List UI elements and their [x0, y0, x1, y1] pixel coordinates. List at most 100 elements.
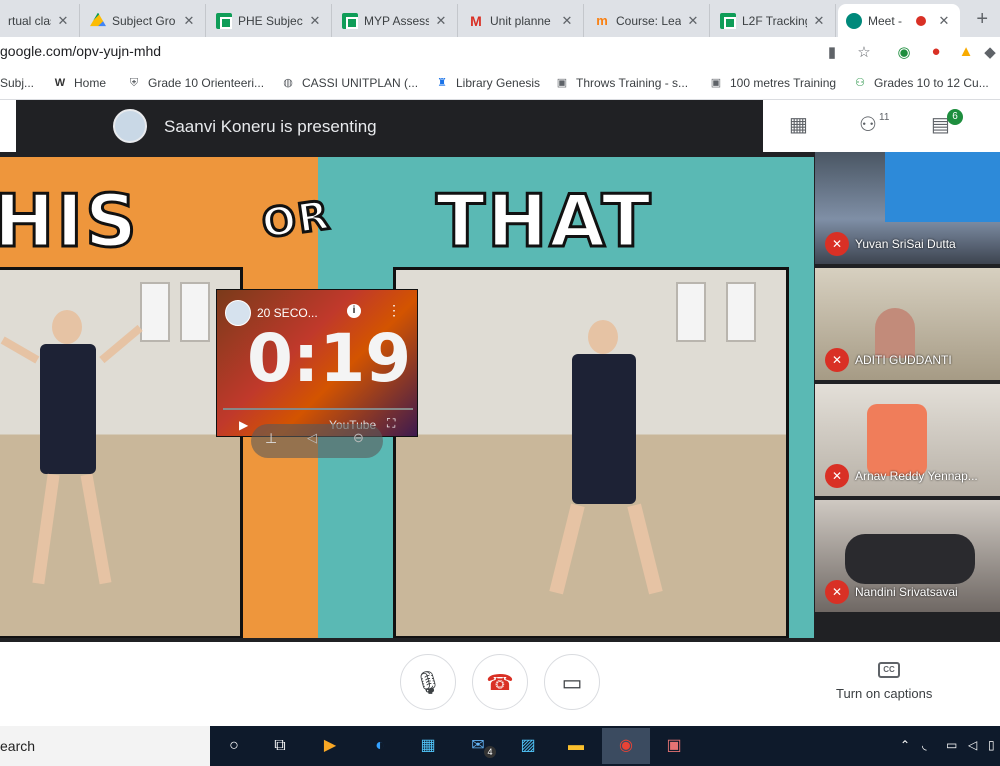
participant-tile[interactable]: ✕ Yuvan SriSai Dutta [815, 152, 1000, 264]
battery-icon[interactable]: ▭ [946, 738, 957, 752]
cortana-icon[interactable]: ○ [222, 734, 246, 758]
close-icon[interactable]: ✕ [811, 13, 827, 29]
edge-icon[interactable]: ◐ [368, 734, 392, 758]
meet-icon [846, 12, 862, 29]
tab-unit-planner[interactable]: M Unit planne ✕ [460, 4, 584, 37]
taskbar-search-box[interactable]: earch [0, 726, 210, 766]
slide-word-this: HIS [0, 178, 139, 265]
tab-label: rtual class [8, 13, 51, 28]
participant-body [845, 534, 975, 584]
bookmark-cassi[interactable]: ◍ CASSI UNITPLAN (... [280, 76, 418, 90]
participant-name: Arnav Reddy Yennap... [855, 469, 978, 483]
star-icon[interactable]: ☆ [854, 43, 874, 61]
tab-subject-group[interactable]: Subject Gro ✕ [82, 4, 206, 37]
photos-icon[interactable]: ▨ [516, 734, 540, 758]
media-player-icon[interactable]: ▶ [318, 734, 342, 758]
microphone-button[interactable]: 🎙︎ [400, 654, 456, 710]
close-icon[interactable]: ✕ [685, 13, 701, 29]
extension-icon[interactable]: ● [926, 43, 946, 60]
powerpoint-icon[interactable]: ▣ [662, 734, 686, 758]
back-arrow-area[interactable] [0, 100, 16, 152]
bookmark-subj[interactable]: Subj... [0, 76, 34, 90]
mic-off-icon: ✕ [825, 580, 849, 604]
camera-button[interactable]: ▭ [544, 654, 600, 710]
info-icon[interactable]: i [347, 304, 361, 318]
pin-icon[interactable]: ⊥ [265, 430, 277, 447]
bookmarks-bar: Subj... W Home ⛨ Grade 10 Orienteeri... … [0, 69, 1000, 100]
bookmark-label: Library Genesis [456, 76, 541, 90]
volume-icon[interactable]: ◁ [307, 430, 317, 446]
chat-badge: 6 [947, 109, 963, 125]
tab-phe-subject[interactable]: PHE Subject ✕ [208, 4, 332, 37]
bookmark-100m[interactable]: ▣ 100 metres Training [708, 76, 836, 90]
layout-grid-icon[interactable]: ▦ [789, 112, 808, 137]
close-icon[interactable]: ✕ [181, 13, 197, 29]
bookmark-grade10[interactable]: ⛨ Grade 10 Orienteeri... [126, 76, 264, 90]
remove-icon[interactable]: ⊖ [353, 430, 364, 446]
hang-up-button[interactable]: ☎ [472, 654, 528, 710]
chevron-up-icon[interactable]: ⌃ [900, 738, 910, 752]
instructor-figure [546, 320, 676, 620]
tab-myp-assess[interactable]: MYP Assess ✕ [334, 4, 458, 37]
new-tab-button[interactable]: + [976, 8, 988, 31]
presenting-text: Saanvi Koneru is presenting [164, 117, 377, 136]
task-view-icon[interactable]: ⧉ [268, 734, 292, 758]
video-title: 20 SECO... [257, 306, 318, 320]
gmail-icon: M [470, 12, 482, 29]
tab-label: L2F Tracking [742, 13, 807, 28]
tab-label: MYP Assess [364, 13, 429, 28]
url-field[interactable]: google.com/opv-yujn-mhd [0, 43, 161, 59]
library-icon: ♜ [437, 77, 447, 89]
tab-l2f-tracking[interactable]: L2F Tracking ✕ [712, 4, 836, 37]
grammarly-icon[interactable]: ◉ [894, 43, 914, 61]
thumbs-up-icon[interactable]: ▲ [956, 43, 976, 60]
video-progress-bar[interactable] [223, 408, 413, 410]
presenting-banner: Saanvi Koneru is presenting [0, 100, 763, 152]
volume-icon[interactable]: ◁ [968, 738, 977, 752]
close-icon[interactable]: ✕ [936, 13, 952, 29]
chrome-icon[interactable]: ◉ [602, 728, 650, 764]
bookmark-throws[interactable]: ▣ Throws Training - s... [554, 76, 688, 90]
meet-area: Saanvi Koneru is presenting ▦ ⚇ 11 ▤ 6 H… [0, 100, 1000, 642]
tab-course[interactable]: m Course: Lea ✕ [586, 4, 710, 37]
fullscreen-icon[interactable]: ⛶ [387, 416, 395, 431]
participants-count: 11 [879, 112, 890, 123]
windows-taskbar: earch ○ ⧉ ▶ ◐ ▦ ✉ 4 ▨ ▬ ◉ ▣ ⌃ ◟ ▭ ◁ ▯ [0, 726, 1000, 766]
wifi-icon[interactable]: ◟ [922, 738, 927, 752]
window [180, 282, 210, 342]
participant-tile[interactable]: ✕ Arnav Reddy Yennap... [815, 384, 1000, 496]
search-placeholder: earch [0, 738, 36, 754]
closed-captions-icon[interactable]: CC [878, 662, 900, 678]
close-icon[interactable]: ✕ [307, 13, 323, 29]
file-explorer-icon[interactable]: ▬ [564, 734, 588, 758]
bookmark-label: 100 metres Training [730, 76, 837, 90]
close-icon[interactable]: ✕ [559, 13, 575, 29]
youtube-timer-video[interactable]: 20 SECO... i ⋮ 0:19 ▶ YouTube ⛶ ⊥ ◁ ⊖ [216, 289, 418, 458]
home-logo-icon: W [54, 77, 66, 89]
people-icon[interactable]: ⚇ [859, 112, 877, 137]
close-icon[interactable]: ✕ [55, 13, 71, 29]
more-icon[interactable]: ⋮ [387, 302, 401, 319]
bookmark-grades10-12[interactable]: ⚇ Grades 10 to 12 Cu... [852, 76, 989, 90]
window [140, 282, 170, 342]
tab-meet[interactable]: Meet - ✕ [838, 4, 960, 37]
avatar [113, 109, 147, 143]
tab-virtual-class[interactable]: rtual class ✕ [0, 4, 80, 37]
people-icon: ⚇ [855, 77, 865, 89]
phone-hangup-icon: ☎ [486, 670, 514, 695]
store-icon[interactable]: ▦ [416, 734, 440, 758]
bookmark-libgen[interactable]: ♜ Library Genesis [434, 76, 540, 90]
participant-body [875, 308, 915, 358]
slide-word-or: OR [258, 191, 336, 249]
participant-name: Yuvan SriSai Dutta [855, 237, 956, 251]
turn-on-captions-label[interactable]: Turn on captions [836, 686, 932, 701]
participant-tile[interactable]: ✕ ADITI GUDDANTI [815, 268, 1000, 380]
notification-icon[interactable]: ▯ [988, 738, 995, 752]
play-icon[interactable]: ▶ [239, 418, 248, 432]
globe-icon: ◍ [283, 77, 293, 89]
bookmark-home[interactable]: W Home [52, 76, 106, 90]
camera-icon[interactable]: ▮ [822, 43, 842, 61]
close-icon[interactable]: ✕ [433, 13, 449, 29]
extensions-puzzle-icon[interactable]: ◆ [980, 43, 1000, 61]
participant-tile[interactable]: ✕ Nandini Srivatsavai [815, 500, 1000, 612]
